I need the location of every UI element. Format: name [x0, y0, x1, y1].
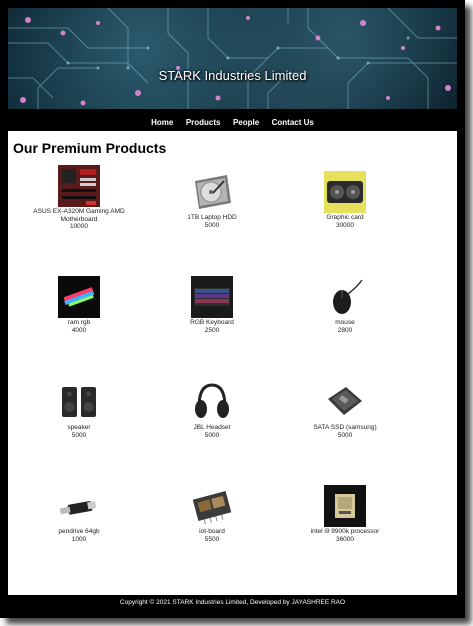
circuit-board-background [8, 8, 457, 109]
product-name: 1TB Laptop HDD [187, 214, 237, 221]
header-banner: STARK Industries Limited [8, 8, 457, 109]
mouse-image [333, 279, 363, 314]
product-name: RGB Keyboard [190, 319, 234, 326]
product-name: ASUS EX-A320M Gaming AMD Motherboard [33, 208, 125, 223]
product-card[interactable]: mouse 2800 [280, 276, 410, 334]
product-name: iot-board [199, 528, 225, 535]
product-card[interactable]: Graphic card 30000 [280, 171, 410, 229]
speaker-image [62, 387, 96, 417]
product-name: mouse [335, 319, 355, 326]
pendrive-image [59, 501, 97, 515]
product-name: Graphic card [326, 214, 364, 221]
nav-home[interactable]: Home [151, 112, 173, 133]
main-nav: Home Products People Contact Us [8, 110, 457, 131]
product-price: 2800 [337, 326, 353, 334]
product-card[interactable]: JBL Headset 5000 [147, 381, 277, 439]
ssd-image [328, 387, 362, 415]
product-card[interactable]: pendrive 64gb 1000 [14, 485, 144, 543]
product-card[interactable]: speaker 5000 [14, 381, 144, 439]
product-price: 30000 [335, 221, 355, 229]
ram-image [58, 276, 100, 318]
product-price: 5000 [337, 431, 353, 439]
headset-image [195, 383, 229, 418]
nav-people[interactable]: People [233, 112, 259, 133]
motherboard-image [58, 165, 100, 207]
product-card[interactable]: intel i9 9900k processor 36000 [280, 485, 410, 543]
product-price: 10000 [69, 223, 89, 230]
site-title: STARK Industries Limited [158, 68, 307, 83]
product-name: pendrive 64gb [58, 528, 100, 535]
hdd-image [195, 175, 231, 209]
product-price: 1000 [71, 535, 87, 543]
copyright-text: Copyright © 2021 STARK Industries Limite… [119, 599, 346, 606]
product-name: SATA SSD (samsung) [313, 424, 377, 431]
iot-board-image [192, 490, 232, 525]
product-card[interactable]: SATA SSD (samsung) 5000 [280, 381, 410, 439]
product-name: intel i9 9900k processor [310, 528, 380, 535]
product-price: 5000 [204, 221, 220, 229]
product-card[interactable]: ASUS EX-A320M Gaming AMD Motherboard 100… [14, 165, 144, 231]
product-card[interactable]: ram rgb 4000 [14, 276, 144, 334]
product-price: 36000 [335, 535, 355, 543]
product-price: 5000 [204, 431, 220, 439]
product-name: speaker [67, 424, 91, 431]
nav-products[interactable]: Products [186, 112, 221, 133]
product-price: 5000 [71, 431, 87, 439]
keyboard-image [191, 276, 233, 318]
nav-contact-us[interactable]: Contact Us [272, 112, 314, 133]
product-name: ram rgb [67, 319, 91, 326]
product-card[interactable]: iot-board 5500 [147, 485, 277, 543]
product-card[interactable]: 1TB Laptop HDD 5000 [147, 171, 277, 229]
footer: Copyright © 2021 STARK Industries Limite… [8, 595, 457, 610]
graphics-card-image [324, 171, 366, 213]
product-price: 2500 [204, 326, 220, 334]
processor-image [324, 485, 366, 527]
product-price: 4000 [71, 326, 87, 334]
page-title: Our Premium Products [13, 140, 167, 156]
product-price: 5500 [204, 535, 220, 543]
product-name: JBL Headset [193, 424, 231, 431]
main-content: Our Premium Products ASUS EX-A320M Gamin… [8, 131, 457, 595]
product-card[interactable]: RGB Keyboard 2500 [147, 276, 277, 334]
